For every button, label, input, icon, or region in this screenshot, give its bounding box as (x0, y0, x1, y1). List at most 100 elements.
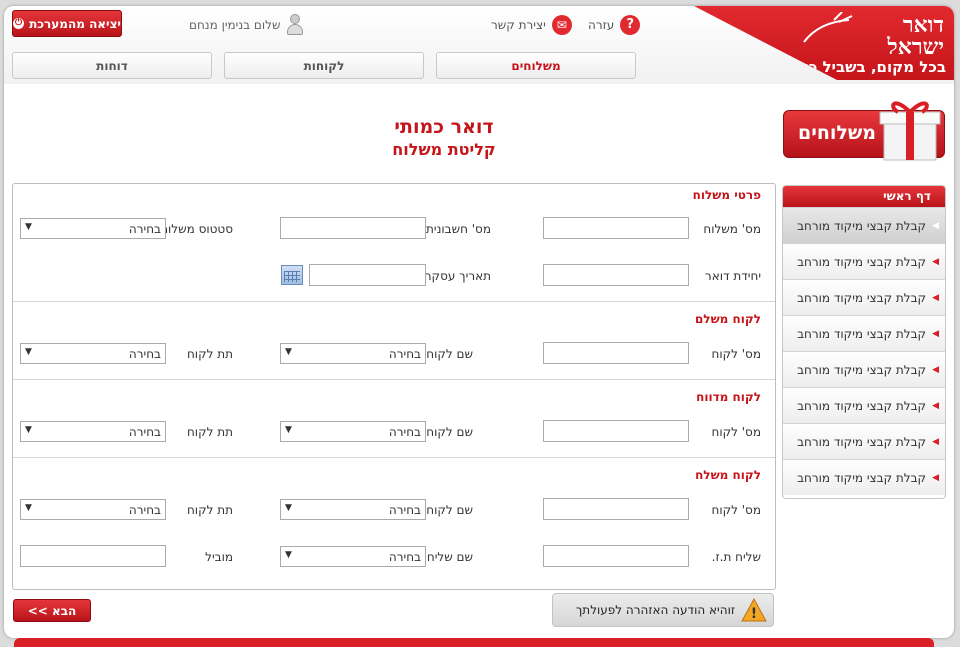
sidebar-item[interactable]: ◀ קבלת קבצי מיקוד מורחב (783, 459, 945, 495)
shipment-no-label: מס' משלוח (703, 222, 761, 236)
reporter-customer-no-input[interactable] (543, 420, 689, 442)
carrier-input[interactable] (20, 545, 166, 567)
chevron-down-icon: ▼ (285, 550, 292, 560)
chevron-down-icon: ▼ (25, 503, 32, 513)
payer-customer-name-select[interactable]: בחירה ▼ (280, 343, 426, 364)
help-label: עזרה (588, 18, 615, 32)
calendar-icon[interactable] (281, 265, 303, 285)
sidebar-item[interactable]: ◀ קבלת קבצי מיקוד מורחב (783, 423, 945, 459)
arrow-left-icon: ◀ (932, 364, 939, 375)
section-sender: לקוח משלח (695, 468, 761, 482)
reporter-customer-name-select[interactable]: בחירה ▼ (280, 421, 426, 442)
envelope-icon: ✉ (551, 15, 572, 35)
footer-band (14, 638, 934, 647)
chevron-down-icon: ▼ (285, 425, 292, 435)
select-value: בחירה (128, 503, 161, 517)
section-banner-label: משלוחים (798, 122, 877, 144)
arrow-left-icon: ◀ (932, 436, 939, 447)
warning-button[interactable]: ! זוהיא הודעה האזהרה לפעולתך (552, 593, 774, 627)
sidebar-item[interactable]: ◀ קבלת קבצי מיקוד מורחב (783, 243, 945, 279)
status-select-value: בחירה (128, 222, 161, 236)
power-icon: ⏻ (13, 18, 25, 29)
payer-customer-name-label: שם לקוח (426, 347, 473, 361)
sidebar-item[interactable]: ◀ קבלת קבצי מיקוד מורחב (783, 387, 945, 423)
courier-name-select[interactable]: בחירה ▼ (280, 546, 426, 567)
select-value: בחירה (128, 425, 161, 439)
arrow-left-icon: ◀ (932, 400, 939, 411)
arrow-left-icon: ◀ (932, 472, 939, 483)
chevron-down-icon: ▼ (25, 347, 32, 357)
shipment-no-input[interactable] (543, 217, 689, 239)
gift-icon (879, 101, 941, 161)
logout-label: יציאה מהמערכת (29, 16, 121, 31)
deal-date-input[interactable] (309, 264, 426, 286)
user-greeting: שלום בנימין מנחם (189, 14, 304, 36)
payer-customer-no-input[interactable] (543, 342, 689, 364)
sender-customer-no-input[interactable] (543, 498, 689, 520)
reporter-sub-customer-select[interactable]: בחירה ▼ (20, 421, 166, 442)
section-reporter: לקוח מדווח (696, 390, 761, 404)
warning-label: זוהיא הודעה האזהרה לפעולתך (575, 603, 735, 617)
payer-sub-customer-label: תת לקוח (186, 347, 233, 361)
app-window: דואר ישראל בכל מקום, בשביל כולם יציאה מה… (4, 6, 954, 638)
select-value: בחירה (388, 425, 421, 439)
tab-shipments[interactable]: משלוחים (436, 52, 636, 79)
warning-icon: ! (741, 598, 767, 622)
sender-customer-name-label: שם לקוח (426, 503, 473, 517)
postal-unit-input[interactable] (543, 264, 689, 286)
svg-text:!: ! (751, 606, 757, 622)
select-value: בחירה (388, 347, 421, 361)
arrow-left-icon: ◀ (932, 328, 939, 339)
arrow-left-icon: ◀ (932, 256, 939, 267)
tab-customers[interactable]: לקוחות (224, 52, 424, 79)
help-link[interactable]: ? עזרה (588, 15, 641, 35)
chevron-down-icon: ▼ (285, 503, 292, 513)
select-value: בחירה (388, 550, 421, 564)
section-shipment-details: פרטי משלוח (692, 188, 761, 202)
sender-customer-name-select[interactable]: בחירה ▼ (280, 499, 426, 520)
sidebar-item[interactable]: ◀ קבלת קבצי מיקוד מורחב (783, 207, 945, 243)
reporter-customer-no-label: מס' לקוח (711, 425, 762, 439)
courier-id-label: שליח ת.ז. (711, 550, 761, 564)
arrow-left-icon: ◀ (932, 220, 939, 231)
divider (13, 457, 775, 458)
payer-sub-customer-select[interactable]: בחירה ▼ (20, 343, 166, 364)
next-button[interactable]: הבא >> (13, 599, 91, 622)
divider (13, 301, 775, 302)
deer-logo-icon (803, 12, 853, 43)
sidebar-item[interactable]: ◀ קבלת קבצי מיקוד מורחב (783, 315, 945, 351)
sidebar-item-label: קבלת קבצי מיקוד מורחב (797, 398, 927, 413)
divider (13, 379, 775, 380)
status-label: סטטוס משלוח (160, 222, 233, 236)
sidebar-item-label: קבלת קבצי מיקוד מורחב (797, 470, 927, 485)
account-no-input[interactable] (280, 217, 426, 239)
sidebar-menu: דף ראשי ◀ קבלת קבצי מיקוד מורחב ◀ קבלת קבצ… (782, 185, 946, 499)
courier-id-input[interactable] (543, 545, 689, 567)
user-icon (286, 14, 304, 36)
select-value: בחירה (388, 503, 421, 517)
deal-date-label: תאריך עסקה (423, 269, 491, 283)
page-subtitle: קליטת משלוח (392, 140, 496, 159)
sidebar-item-label: קבלת קבצי מיקוד מורחב (797, 434, 927, 449)
tab-reports[interactable]: דוחות (12, 52, 212, 79)
logo-text: דואר ישראל (887, 14, 944, 58)
sidebar-item[interactable]: ◀ קבלת קבצי מיקוד מורחב (783, 351, 945, 387)
section-payer: לקוח משלם (694, 312, 761, 326)
carrier-label: מוביל (205, 550, 233, 564)
postal-unit-label: יחידת דואר (704, 269, 761, 283)
sender-sub-customer-select[interactable]: בחירה ▼ (20, 499, 166, 520)
sidebar-item[interactable]: ◀ קבלת קבצי מיקוד מורחב (783, 279, 945, 315)
courier-name-label: שם שליח (426, 550, 473, 564)
status-select[interactable]: בחירה ▼ (20, 218, 166, 239)
sidebar-item-label: קבלת קבצי מיקוד מורחב (797, 326, 927, 341)
chevron-down-icon: ▼ (25, 222, 32, 232)
logo-name-line2: ישראל (887, 34, 944, 60)
sender-sub-customer-label: תת לקוח (186, 503, 233, 517)
contact-link[interactable]: ✉ יצירת קשר (491, 15, 572, 35)
logout-button[interactable]: יציאה מהמערכת ⏻ (12, 10, 122, 37)
arrow-left-icon: ◀ (932, 292, 939, 303)
sidebar-menu-head[interactable]: דף ראשי (783, 186, 945, 207)
sidebar-item-label: קבלת קבצי מיקוד מורחב (797, 290, 927, 305)
page-title: דואר כמותי (394, 116, 494, 138)
sidebar-item-label: קבלת קבצי מיקוד מורחב (797, 218, 927, 233)
